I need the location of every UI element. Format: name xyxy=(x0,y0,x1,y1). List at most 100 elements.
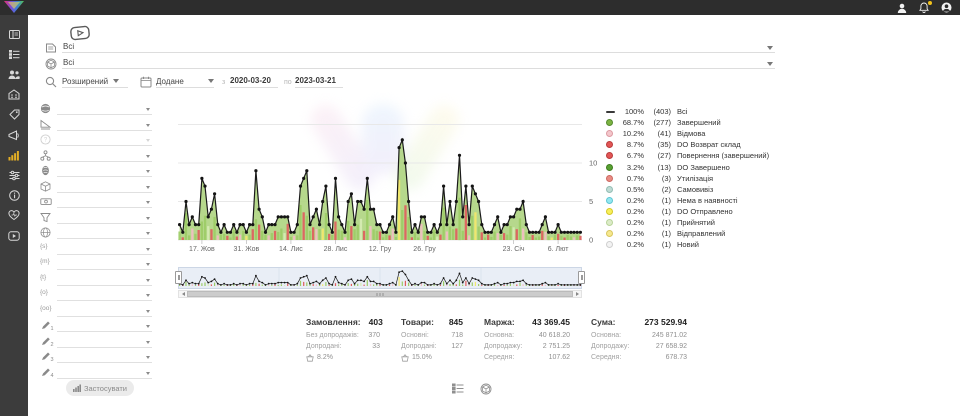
support-hand-icon xyxy=(8,210,20,221)
chart-navigator[interactable] xyxy=(178,267,582,289)
sidebar-item-video-tutorials[interactable] xyxy=(0,226,28,246)
filter-value-input[interactable] xyxy=(57,192,152,193)
filter-caret-icon[interactable] xyxy=(146,294,150,297)
status-filter-caret-icon[interactable] xyxy=(767,46,773,50)
summary-sub-value: 40 618.20 xyxy=(539,332,570,339)
legend-item[interactable]: 100%(403)Всі xyxy=(606,106,769,117)
legend-item[interactable]: 6.7%(27)Повернення (завершений) xyxy=(606,150,769,161)
navigator-left-handle[interactable] xyxy=(175,271,182,284)
sidebar-item-warehouse[interactable] xyxy=(0,85,28,105)
filter-caret-icon[interactable] xyxy=(146,232,150,235)
pencil-3-icon: 3 xyxy=(40,351,52,363)
sales-tag-icon xyxy=(9,109,20,120)
filter-caret-icon[interactable] xyxy=(146,217,150,220)
filter-value-input[interactable] xyxy=(57,145,152,146)
video-help-icon[interactable] xyxy=(69,25,90,41)
chart-x-axis-labels: 17. Жов31. Жов14. Лис28. Лис12. Гру26. Г… xyxy=(178,246,608,256)
filter-value-input[interactable] xyxy=(57,269,152,270)
date-to-label: по xyxy=(284,79,292,86)
app-logo-icon[interactable] xyxy=(3,1,25,14)
filter-value-input[interactable] xyxy=(57,176,152,177)
date-from-value[interactable]: 2020-03-20 xyxy=(230,76,278,88)
legend-item[interactable]: 0.2%(1)DO Отправлено xyxy=(606,206,769,217)
filter-value-input[interactable] xyxy=(57,223,152,224)
filter-caret-icon[interactable] xyxy=(146,170,150,173)
sidebar-item-settings-sliders[interactable] xyxy=(0,165,28,185)
filter-caret-icon[interactable] xyxy=(146,325,150,328)
account-icon[interactable] xyxy=(940,2,952,14)
legend-label: Новий xyxy=(677,240,699,249)
orders-chart[interactable]: 0510 xyxy=(178,103,612,253)
navigator-right-handle[interactable] xyxy=(578,271,585,284)
legend-item[interactable]: 0.5%(2)Самовивіз xyxy=(606,184,769,195)
legend-item[interactable]: 10.2%(41)Відмова xyxy=(606,128,769,139)
sidebar-item-marketing-megaphone[interactable] xyxy=(0,125,28,145)
filter-value-input[interactable] xyxy=(57,347,152,348)
summary-sub-label: Основна: xyxy=(484,332,514,339)
filter-value-input[interactable] xyxy=(57,114,152,115)
filter-caret-icon[interactable] xyxy=(146,108,150,111)
date-field-select[interactable]: Додане xyxy=(156,75,214,88)
filter-value-input[interactable] xyxy=(57,238,152,239)
status-filter-input[interactable] xyxy=(62,40,775,53)
orders-list-icon[interactable] xyxy=(452,383,464,395)
scrollbar-thumb[interactable] xyxy=(187,291,573,297)
legend-item[interactable]: 0.2%(1)Відправлений xyxy=(606,228,769,239)
info-icon xyxy=(9,190,20,201)
fingerprint-icon xyxy=(40,165,52,177)
filter-value-input[interactable] xyxy=(57,300,152,301)
filter-value-input[interactable] xyxy=(57,362,152,363)
legend-item[interactable]: 0.2%(1)Нема в наявності xyxy=(606,195,769,206)
filter-value-input[interactable] xyxy=(57,254,152,255)
legend-item[interactable]: 68.7%(277)Завершений xyxy=(606,117,769,128)
legend-dot-swatch xyxy=(606,208,613,215)
sidebar-item-clients[interactable] xyxy=(0,64,28,84)
summary-sub-value: 127 xyxy=(451,343,463,350)
filter-value-input[interactable] xyxy=(57,316,152,317)
filter-caret-icon[interactable] xyxy=(146,263,150,266)
filter-value-input[interactable] xyxy=(57,161,152,162)
filter-caret-icon[interactable] xyxy=(146,248,150,251)
filter-value-input[interactable] xyxy=(57,130,152,131)
filter-caret-icon[interactable] xyxy=(146,356,150,359)
filter-caret-icon[interactable] xyxy=(146,201,150,204)
filter-value-input[interactable] xyxy=(57,331,152,332)
apply-button[interactable]: Застосувати xyxy=(66,380,134,396)
legend-item[interactable]: 0.2%(1)Новий xyxy=(606,239,769,250)
user-icon[interactable] xyxy=(896,2,908,14)
sidebar-item-support-hand[interactable] xyxy=(0,206,28,226)
product-filter-input[interactable] xyxy=(62,56,775,69)
filter-value-input[interactable] xyxy=(57,378,152,379)
legend-item[interactable]: 0.2%(1)Прийнятий xyxy=(606,217,769,228)
legend-item[interactable]: 0.7%(3)Утилізація xyxy=(606,173,769,184)
filter-caret-icon[interactable] xyxy=(146,139,150,142)
filter-value-input[interactable] xyxy=(57,207,152,208)
date-to-value[interactable]: 2023-03-21 xyxy=(295,76,343,88)
filter-caret-icon[interactable] xyxy=(146,372,150,375)
filter-caret-icon[interactable] xyxy=(146,155,150,158)
products-cube-icon[interactable] xyxy=(480,383,492,395)
product-filter-caret-icon[interactable] xyxy=(767,62,773,66)
filter-caret-icon[interactable] xyxy=(146,124,150,127)
search-mode-select[interactable]: Розширений xyxy=(62,75,128,88)
sidebar-item-analytics-chart[interactable] xyxy=(0,145,28,165)
scrollbar-right-arrow-icon[interactable] xyxy=(573,291,581,297)
filter-caret-icon[interactable] xyxy=(146,341,150,344)
summary-sub-value: 370 xyxy=(368,332,380,339)
sidebar-item-dashboard[interactable] xyxy=(0,24,28,44)
summary-column: Маржа:43 369.45Основна:40 618.20Допродаж… xyxy=(484,317,570,363)
legend-label: Відмова xyxy=(677,129,705,138)
sidebar-item-orders-list[interactable] xyxy=(0,44,28,64)
filter-caret-icon[interactable] xyxy=(146,186,150,189)
chart-scrollbar[interactable] xyxy=(178,290,582,298)
filter-caret-icon[interactable] xyxy=(146,310,150,313)
scrollbar-left-arrow-icon[interactable] xyxy=(179,291,187,297)
legend-item[interactable]: 3.2%(13)DO Завершено xyxy=(606,161,769,172)
sidebar-item-info[interactable] xyxy=(0,186,28,206)
filter-caret-icon[interactable] xyxy=(146,279,150,282)
sidebar-item-sales-tag[interactable] xyxy=(0,105,28,125)
notifications-bell-icon[interactable] xyxy=(918,2,930,14)
legend-item[interactable]: 8.7%(35)DO Возврат склад xyxy=(606,139,769,150)
filter-value-input[interactable] xyxy=(57,285,152,286)
topbar-actions xyxy=(896,1,952,14)
